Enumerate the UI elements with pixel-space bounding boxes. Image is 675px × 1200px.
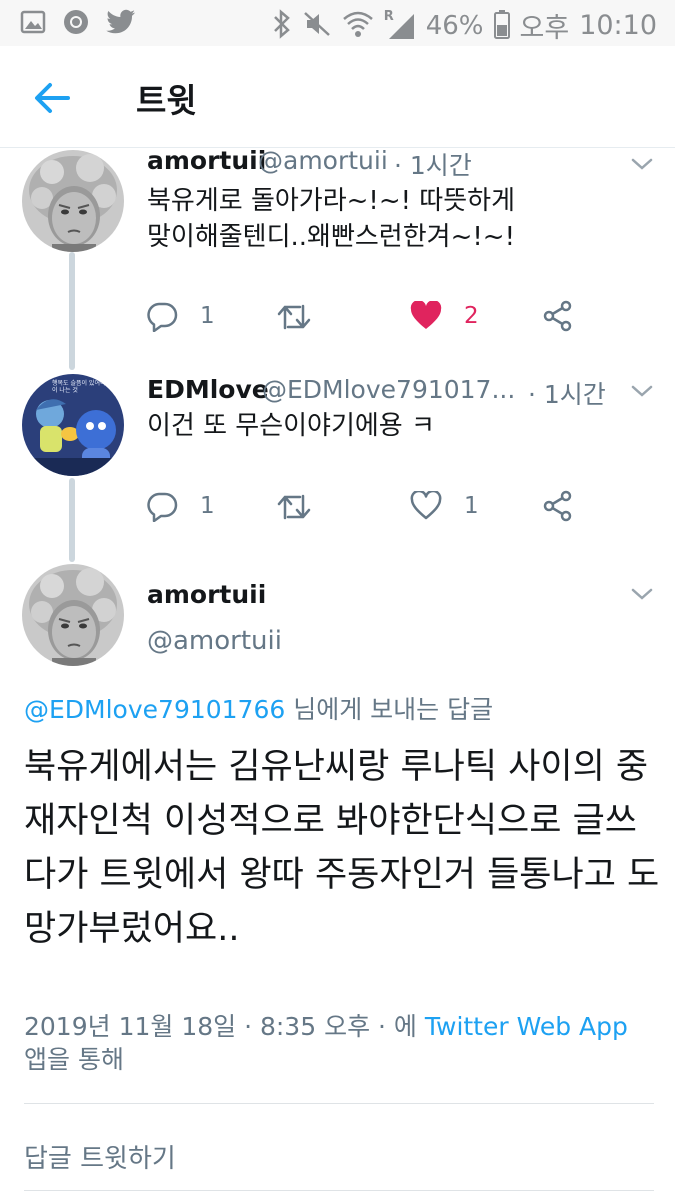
replying-to-suffix: 님에게 보내는 답글 — [285, 695, 494, 724]
bluetooth-icon — [272, 8, 292, 43]
source-app-suffix: 앱을 통해 — [24, 1045, 124, 1074]
thread-connector-line — [69, 478, 75, 562]
like-button[interactable]: 1 — [410, 491, 479, 521]
tweet-author-handle: @EDMlove791017... — [262, 375, 516, 404]
share-button[interactable] — [542, 300, 574, 332]
share-icon — [543, 300, 572, 332]
back-arrow-button[interactable] — [30, 76, 74, 120]
reply-button[interactable]: 1 — [146, 300, 215, 332]
chevron-down-icon — [631, 158, 653, 170]
share-button[interactable] — [542, 490, 574, 522]
child-avatar-image — [22, 150, 124, 252]
retweet-button[interactable] — [276, 302, 312, 332]
avatar-amortuii-1[interactable] — [22, 150, 124, 252]
page-title: 트윗 — [136, 81, 197, 120]
avatar-caption-text: 행복도 슬픔이 있어야 빛이 나는 것 — [52, 380, 113, 394]
heart-filled-icon — [410, 301, 442, 329]
like-button[interactable]: 2 — [410, 301, 479, 331]
app-header: 트윗 — [0, 46, 675, 148]
reply-tweet-input[interactable]: 답글 트윗하기 — [24, 1138, 176, 1175]
mute-icon — [302, 9, 332, 43]
avatar-edmlove[interactable]: 행복도 슬픔이 있어야 빛이 나는 것 — [22, 374, 124, 476]
main-tweet-menu-chevron-button[interactable] — [630, 586, 654, 602]
tweet-text-line: 북유게로 돌아가라~!~! 따뜻하게 — [147, 186, 515, 216]
status-notification-icons — [20, 8, 136, 40]
tweet-text-line: 맞이해줄텐디..왜빤스런한겨~!~! — [147, 222, 515, 252]
reply-count: 1 — [200, 303, 215, 329]
heart-outline-icon — [410, 491, 442, 520]
replying-to-handle-link[interactable]: @EDMlove79101766 — [24, 695, 285, 724]
reply-bubble-icon — [147, 492, 178, 522]
chevron-down-icon — [631, 588, 653, 600]
tweet-timestamp: · 1시간 — [528, 380, 606, 409]
child-avatar-image — [22, 564, 124, 666]
thread-connector-line — [69, 252, 75, 370]
tweet-menu-chevron-button[interactable] — [630, 383, 654, 399]
reply-bubble-icon — [147, 302, 178, 332]
wifi-icon — [342, 9, 374, 43]
tweet-text-line: 이건 또 무슨이야기에용 ㅋ — [147, 411, 435, 441]
retweet-icon — [277, 494, 311, 520]
gallery-icon — [20, 9, 46, 39]
reply-count: 1 — [200, 493, 215, 519]
like-count: 2 — [464, 303, 479, 329]
status-bar: R 46% 오후 10:10 — [0, 0, 675, 46]
main-tweet-text: 북유게에서는 김유난씨랑 루나틱 사이의 중재자인척 이성적으로 봐야한단식으로… — [24, 747, 660, 949]
tweet-author-name[interactable]: EDMlove — [147, 375, 269, 404]
tweet-timestamp: · 1시간 — [394, 151, 472, 180]
divider — [24, 1103, 654, 1104]
main-tweet-author-handle: @amortuii — [147, 626, 282, 656]
tweet-author-handle: @amortuii — [258, 146, 388, 175]
status-time: 10:10 — [579, 10, 657, 41]
status-system-icons: R 46% 오후 10:10 — [272, 6, 657, 45]
battery-percentage: 46% — [425, 10, 484, 41]
battery-icon — [493, 9, 510, 43]
retweet-icon — [277, 304, 311, 330]
tweet-menu-chevron-button[interactable] — [630, 156, 654, 172]
reply-button[interactable]: 1 — [146, 490, 215, 522]
chevron-down-icon — [631, 385, 653, 397]
tweet-author-name[interactable]: amortuii — [147, 146, 266, 175]
signal-icon: R — [384, 9, 416, 41]
replying-to-line: @EDMlove79101766 님에게 보내는 답글 — [24, 690, 493, 726]
like-count: 1 — [464, 493, 479, 519]
share-icon — [543, 490, 572, 522]
divider — [24, 1190, 654, 1191]
back-arrow-icon — [35, 83, 70, 113]
source-app-link[interactable]: Twitter Web App — [425, 1012, 628, 1041]
main-tweet-author-name[interactable]: amortuii — [147, 580, 266, 609]
chrome-icon — [62, 8, 90, 40]
retweet-button[interactable] — [276, 492, 312, 522]
tweet-metadata: 2019년 11월 18일 · 8:35 오후 · 에 Twitter Web … — [24, 1010, 654, 1076]
twitter-bird-icon — [106, 9, 136, 39]
status-ampm: 오후 — [519, 13, 570, 44]
tweet-datetime: 2019년 11월 18일 · 8:35 오후 · 에 — [24, 1012, 425, 1041]
avatar-amortuii-main[interactable] — [22, 564, 124, 666]
